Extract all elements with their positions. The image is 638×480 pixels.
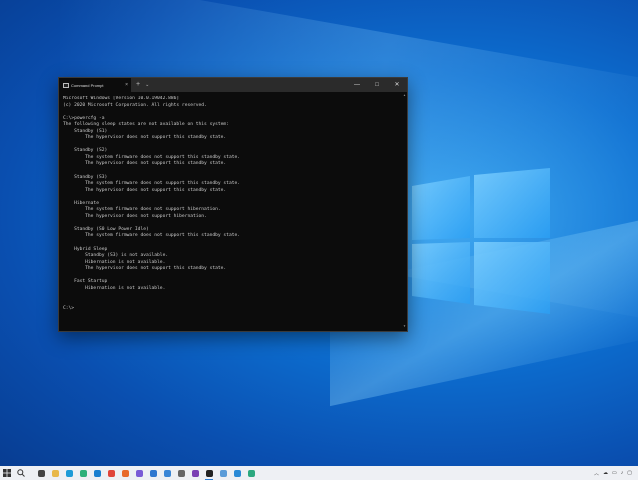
taskbar-app-snip[interactable] [216, 466, 230, 480]
taskbar-apps [34, 466, 258, 480]
taskbar-app-task-view[interactable] [34, 466, 48, 480]
terminal-icon [63, 82, 69, 88]
scroll-down-icon[interactable]: ▼ [403, 325, 406, 328]
edge-dev-icon [79, 469, 87, 477]
taskbar-app-vscode[interactable] [230, 466, 244, 480]
taskbar-app-chrome[interactable] [104, 466, 118, 480]
taskbar: ︿ ☁ ▭ ♪ ▢ [0, 466, 638, 480]
snip-icon [219, 469, 227, 477]
system-tray: ︿ ☁ ▭ ♪ ▢ [594, 466, 638, 480]
settings-icon [177, 469, 185, 477]
cloud-icon[interactable]: ☁ [603, 470, 608, 476]
firefox-icon [121, 469, 129, 477]
scrollbar[interactable]: ▲ ▼ [403, 94, 406, 328]
command-prompt-window[interactable]: Command Prompt × + ⌄ — □ ✕ Microsoft Win… [58, 77, 408, 332]
minimize-button[interactable]: — [347, 78, 367, 92]
onenote-icon [191, 469, 199, 477]
taskbar-app-edge-beta[interactable] [90, 466, 104, 480]
scroll-up-icon[interactable]: ▲ [403, 94, 406, 97]
tab-command-prompt[interactable]: Command Prompt × [59, 78, 131, 92]
volume-icon[interactable]: ♪ [621, 470, 624, 476]
search-button[interactable] [14, 466, 28, 480]
taskbar-app-settings[interactable] [174, 466, 188, 480]
maximize-button[interactable]: □ [367, 78, 387, 92]
notification-icon[interactable]: ▢ [627, 470, 632, 476]
taskbar-app-firefox[interactable] [118, 466, 132, 480]
taskbar-app-mail[interactable] [146, 466, 160, 480]
terminal-icon [205, 469, 213, 477]
start-button[interactable] [0, 466, 14, 480]
chevron-down-icon[interactable]: ⌄ [145, 78, 149, 92]
store-icon [135, 469, 143, 477]
edge-beta-icon [93, 469, 101, 477]
tab-title: Command Prompt [71, 82, 104, 88]
edge-canary-icon [247, 469, 255, 477]
file-explorer-icon [51, 469, 59, 477]
edge-icon [65, 469, 73, 477]
console-line: C:\> [63, 305, 75, 311]
close-button[interactable]: ✕ [387, 78, 407, 92]
network-icon[interactable]: ▭ [612, 470, 617, 476]
chevron-up-icon[interactable]: ︿ [594, 470, 599, 477]
search-icon [17, 469, 25, 477]
taskbar-app-edge-dev[interactable] [76, 466, 90, 480]
vscode-icon [233, 469, 241, 477]
taskbar-app-file-explorer[interactable] [48, 466, 62, 480]
photos-icon [163, 469, 171, 477]
windows-logo [412, 168, 550, 314]
tab-close-icon[interactable]: × [125, 82, 128, 88]
chrome-icon [107, 469, 115, 477]
taskbar-app-store[interactable] [132, 466, 146, 480]
mail-icon [149, 469, 157, 477]
taskbar-app-terminal[interactable] [202, 466, 216, 480]
taskbar-app-edge[interactable] [62, 466, 76, 480]
taskbar-app-onenote[interactable] [188, 466, 202, 480]
new-tab-button[interactable]: + [136, 78, 140, 92]
task-view-icon [37, 469, 45, 477]
taskbar-app-photos[interactable] [160, 466, 174, 480]
console-output[interactable]: Microsoft Windows [Version 10.0.19042.88… [63, 96, 399, 327]
windows-start-icon [3, 469, 11, 477]
title-bar[interactable]: Command Prompt × + ⌄ — □ ✕ [59, 78, 407, 92]
taskbar-app-edge-canary[interactable] [244, 466, 258, 480]
